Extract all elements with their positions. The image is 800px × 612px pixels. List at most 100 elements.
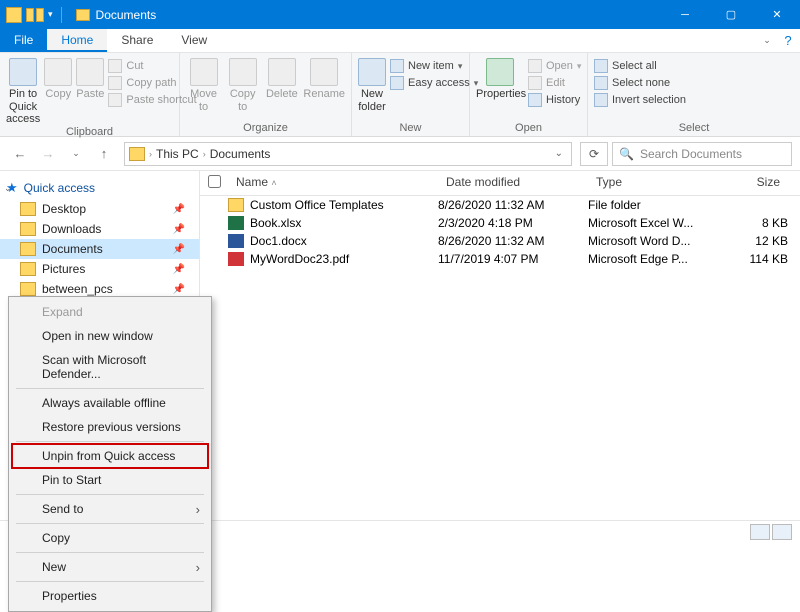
sidebar-item-downloads[interactable]: Downloads📌 (0, 219, 199, 239)
breadcrumb[interactable]: Documents (210, 147, 271, 161)
folder-icon (20, 282, 36, 296)
properties-button[interactable]: Properties (476, 56, 524, 101)
column-date[interactable]: Date modified (438, 175, 588, 191)
paste-button[interactable]: Paste (76, 56, 104, 101)
context-always-available-offline[interactable]: Always available offline (12, 391, 208, 415)
table-row[interactable]: MyWordDoc23.pdf 11/7/2019 4:07 PMMicrosof… (200, 250, 800, 268)
sidebar-item-pictures[interactable]: Pictures 📌 (0, 259, 199, 279)
minimize-button[interactable]: ─ (662, 0, 708, 29)
address-bar[interactable]: › This PC › Documents ⌄ (124, 142, 572, 166)
maximize-button[interactable]: ▢ (708, 0, 754, 29)
tab-share[interactable]: Share (107, 29, 167, 52)
file-size: 12 KB (718, 234, 788, 248)
qat-buttons[interactable] (26, 8, 44, 22)
context-scan-with-microsoft-defender-[interactable]: Scan with Microsoft Defender... (12, 348, 208, 386)
folder-icon (20, 202, 36, 216)
pin-icon: 📌 (173, 244, 191, 255)
search-input[interactable]: 🔍 Search Documents (612, 142, 792, 166)
invert-selection-button[interactable]: Invert selection (594, 92, 686, 108)
column-size[interactable]: Size (718, 175, 788, 191)
sidebar-item-label: Pictures (42, 262, 85, 276)
move-to-button[interactable]: Move to (186, 56, 221, 113)
pin-icon: 📌 (173, 284, 191, 295)
column-type[interactable]: Type (588, 175, 718, 191)
ribbon-collapse-icon[interactable]: ⌄ (758, 29, 776, 52)
up-button[interactable]: ↑ (92, 142, 116, 166)
column-name[interactable]: Name ˄ (228, 175, 438, 191)
context-new[interactable]: New (12, 555, 208, 579)
ribbon: Pin to Quick access Copy Paste Cut Copy … (0, 53, 800, 137)
file-date: 11/7/2019 4:07 PM (438, 252, 588, 266)
tab-file[interactable]: File (0, 29, 47, 52)
open-button[interactable]: Open ▾ (528, 58, 581, 74)
breadcrumb[interactable]: This PC (156, 147, 199, 161)
file-size: 114 KB (718, 252, 788, 266)
recent-locations-button[interactable]: ⌄ (64, 142, 88, 166)
sidebar-item-label: Downloads (42, 222, 101, 236)
group-label: Select (594, 122, 794, 136)
pin-icon: 📌 (173, 204, 191, 215)
select-none-button[interactable]: Select none (594, 75, 686, 91)
close-button[interactable]: ✕ (754, 0, 800, 29)
folder-icon (129, 147, 145, 161)
tab-view[interactable]: View (167, 29, 221, 52)
context-pin-to-start[interactable]: Pin to Start (12, 468, 208, 492)
file-date: 8/26/2020 11:32 AM (438, 198, 588, 212)
help-icon[interactable]: ? (776, 29, 800, 52)
xlsx-icon (228, 216, 244, 230)
context-properties[interactable]: Properties (12, 584, 208, 608)
details-view-button[interactable] (750, 524, 770, 540)
back-button[interactable]: ← (8, 142, 32, 166)
folder-icon (20, 242, 36, 256)
context-send-to[interactable]: Send to (12, 497, 208, 521)
file-name: Doc1.docx (250, 234, 307, 248)
sidebar-item-label: between_pcs (42, 282, 113, 296)
context-unpin-from-quick-access[interactable]: Unpin from Quick access (12, 444, 208, 468)
nav-bar: ← → ⌄ ↑ › This PC › Documents ⌄ ⟳ 🔍 Sear… (0, 137, 800, 171)
select-all-button[interactable]: Select all (594, 58, 686, 74)
chevron-down-icon[interactable]: ⌄ (4, 183, 12, 194)
window-title: Documents (66, 0, 662, 29)
forward-button[interactable]: → (36, 142, 60, 166)
sidebar-quick-access-header[interactable]: ⌄ ★ Quick access (0, 177, 199, 199)
table-row[interactable]: Custom Office Templates8/26/2020 11:32 A… (200, 196, 800, 214)
table-row[interactable]: Book.xlsx2/3/2020 4:18 PMMicrosoft Excel… (200, 214, 800, 232)
context-open-in-new-window[interactable]: Open in new window (12, 324, 208, 348)
refresh-button[interactable]: ⟳ (580, 142, 608, 166)
context-restore-previous-versions[interactable]: Restore previous versions (12, 415, 208, 439)
tab-home[interactable]: Home (47, 29, 107, 52)
rename-button[interactable]: Rename (303, 56, 345, 101)
easy-access-button[interactable]: Easy access ▾ (390, 75, 478, 91)
file-date: 2/3/2020 4:18 PM (438, 216, 588, 230)
sidebar-item-desktop[interactable]: Desktop📌 (0, 199, 199, 219)
history-button[interactable]: History (528, 92, 581, 108)
copy-button[interactable]: Copy (44, 56, 72, 101)
address-dropdown-icon[interactable]: ⌄ (551, 148, 567, 159)
table-row[interactable]: Doc1.docx8/26/2020 11:32 AMMicrosoft Wor… (200, 232, 800, 250)
context-expand: Expand (12, 300, 208, 324)
chevron-right-icon[interactable]: › (203, 149, 206, 159)
file-name: MyWordDoc23.pdf (250, 252, 349, 266)
file-type: Microsoft Edge P... (588, 252, 718, 266)
thumbnails-view-button[interactable] (772, 524, 792, 540)
select-all-checkbox[interactable] (208, 175, 221, 188)
quick-access-toolbar: ▾ (0, 0, 66, 29)
pin-quick-access-button[interactable]: Pin to Quick access (6, 56, 40, 126)
group-label: New (358, 122, 463, 136)
sidebar-item-documents[interactable]: Documents📌 (0, 239, 199, 259)
delete-button[interactable]: Delete (264, 56, 299, 101)
folder-icon (76, 9, 90, 21)
new-item-button[interactable]: New item ▾ (390, 58, 478, 74)
chevron-right-icon[interactable]: › (149, 149, 152, 159)
qat-dropdown-icon[interactable]: ▾ (48, 9, 53, 20)
pdf-icon (228, 252, 244, 266)
new-folder-button[interactable]: New folder (358, 56, 386, 113)
file-type: File folder (588, 198, 718, 212)
file-type: Microsoft Word D... (588, 234, 718, 248)
copy-to-button[interactable]: Copy to (225, 56, 260, 113)
context-copy[interactable]: Copy (12, 526, 208, 550)
pin-icon: 📌 (173, 264, 191, 275)
folder-icon (6, 7, 22, 23)
edit-button[interactable]: Edit (528, 75, 581, 91)
title-bar: ▾ Documents ─ ▢ ✕ (0, 0, 800, 29)
